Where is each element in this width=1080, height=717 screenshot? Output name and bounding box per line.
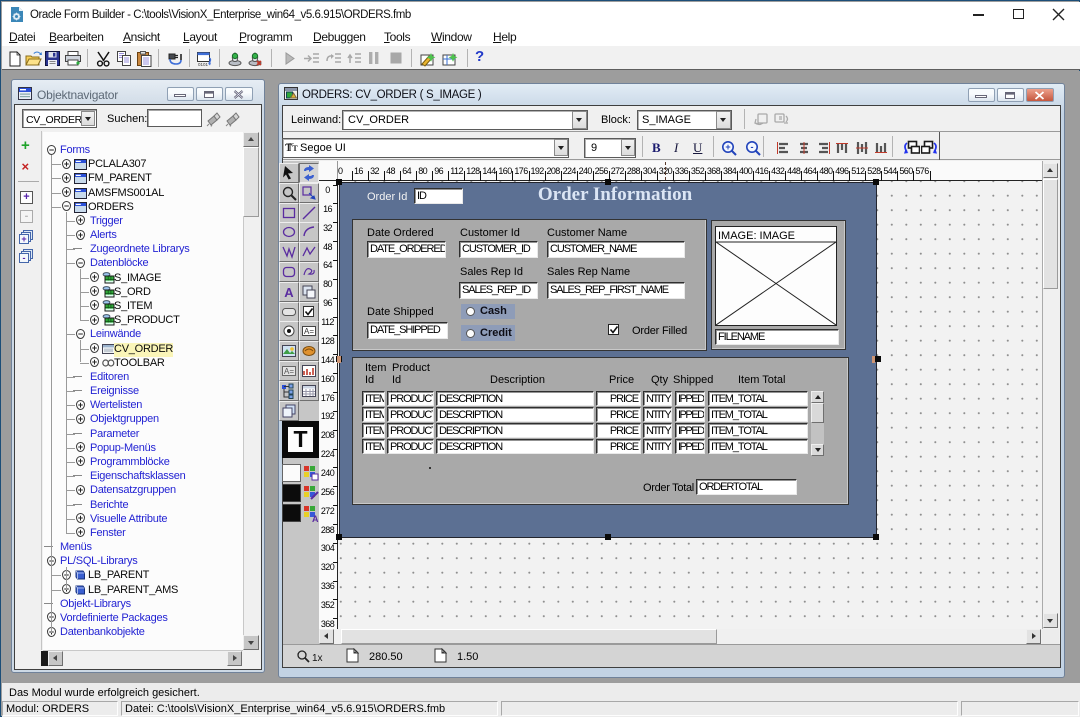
svg-text:+: + <box>725 142 730 152</box>
svg-text:-: - <box>751 142 754 152</box>
svg-text:A: A <box>312 514 319 522</box>
svg-text:0101: 0101 <box>198 62 209 67</box>
svg-text:A: A <box>284 285 294 300</box>
svg-text:A=: A= <box>284 367 294 376</box>
svg-text:A=: A= <box>304 327 314 336</box>
